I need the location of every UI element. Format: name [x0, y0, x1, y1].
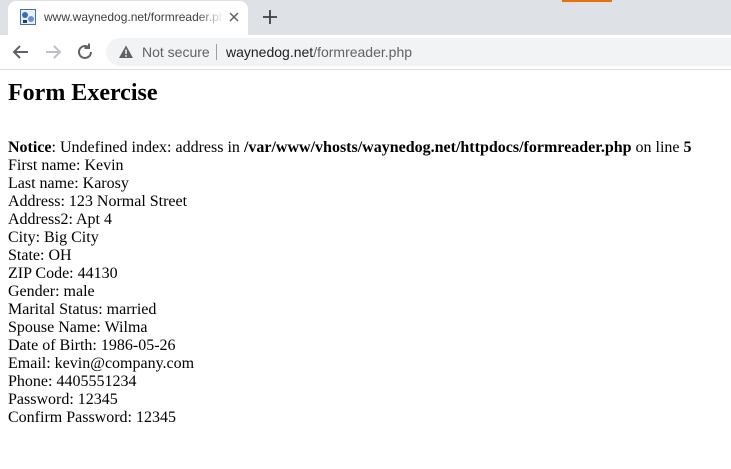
field-spouse-name: Spouse Name: Wilma [8, 319, 148, 336]
field-zip: ZIP Code: 44130 [8, 265, 118, 282]
notice-label: Notice [8, 139, 52, 156]
tab-strip: www.waynedog.net/formreader.php [0, 0, 731, 35]
accent-strip [562, 0, 612, 2]
page-title: Form Exercise [8, 80, 158, 106]
back-arrow-icon[interactable] [10, 41, 32, 63]
field-confirm-password: Confirm Password: 12345 [8, 409, 176, 426]
field-city: City: Big City [8, 229, 99, 246]
plus-icon[interactable] [260, 7, 280, 27]
page-content: Form Exercise Notice: Undefined index: a… [8, 70, 723, 427]
notice-message-start: : Undefined index: address in [51, 139, 244, 156]
field-email: Email: kevin@company.com [8, 355, 195, 372]
omnibox-divider [216, 44, 217, 60]
php-notice: Notice: Undefined index: address in /var… [8, 139, 723, 157]
favicon-icon [20, 9, 36, 25]
field-password: Password: 12345 [8, 391, 118, 408]
field-state: State: OH [8, 247, 72, 264]
notice-message-mid: on line [631, 139, 684, 156]
browser-window: www.waynedog.net/formreader.php Not secu… [0, 0, 731, 469]
url-path: /formreader.php [313, 44, 413, 60]
tab-title: www.waynedog.net/formreader.php [44, 10, 224, 24]
field-date-of-birth: Date of Birth: 1986-05-26 [8, 337, 176, 354]
browser-tab[interactable]: www.waynedog.net/formreader.php [8, 1, 248, 35]
close-icon[interactable] [226, 9, 242, 25]
field-last-name: Last name: Karosy [8, 175, 129, 192]
field-first-name: First name: Kevin [8, 157, 124, 174]
address-bar[interactable]: Not secure waynedog.net/formreader.php [106, 38, 731, 66]
notice-path: /var/www/vhosts/waynedog.net/httpdocs/fo… [243, 139, 632, 156]
url-text[interactable]: waynedog.net/formreader.php [226, 44, 412, 60]
security-label[interactable]: Not secure [142, 44, 210, 60]
forward-arrow-icon[interactable] [42, 41, 64, 63]
field-address2: Address2: Apt 4 [8, 211, 112, 228]
field-phone: Phone: 4405551234 [8, 373, 137, 390]
url-domain: waynedog.net [226, 44, 314, 60]
warning-icon[interactable] [118, 44, 134, 60]
field-marital-status: Marital Status: married [8, 301, 157, 318]
field-address: Address: 123 Normal Street [8, 193, 188, 210]
reload-icon[interactable] [74, 41, 96, 63]
field-gender: Gender: male [8, 283, 95, 300]
toolbar: Not secure waynedog.net/formreader.php [0, 35, 731, 70]
notice-line: 5 [683, 139, 692, 156]
